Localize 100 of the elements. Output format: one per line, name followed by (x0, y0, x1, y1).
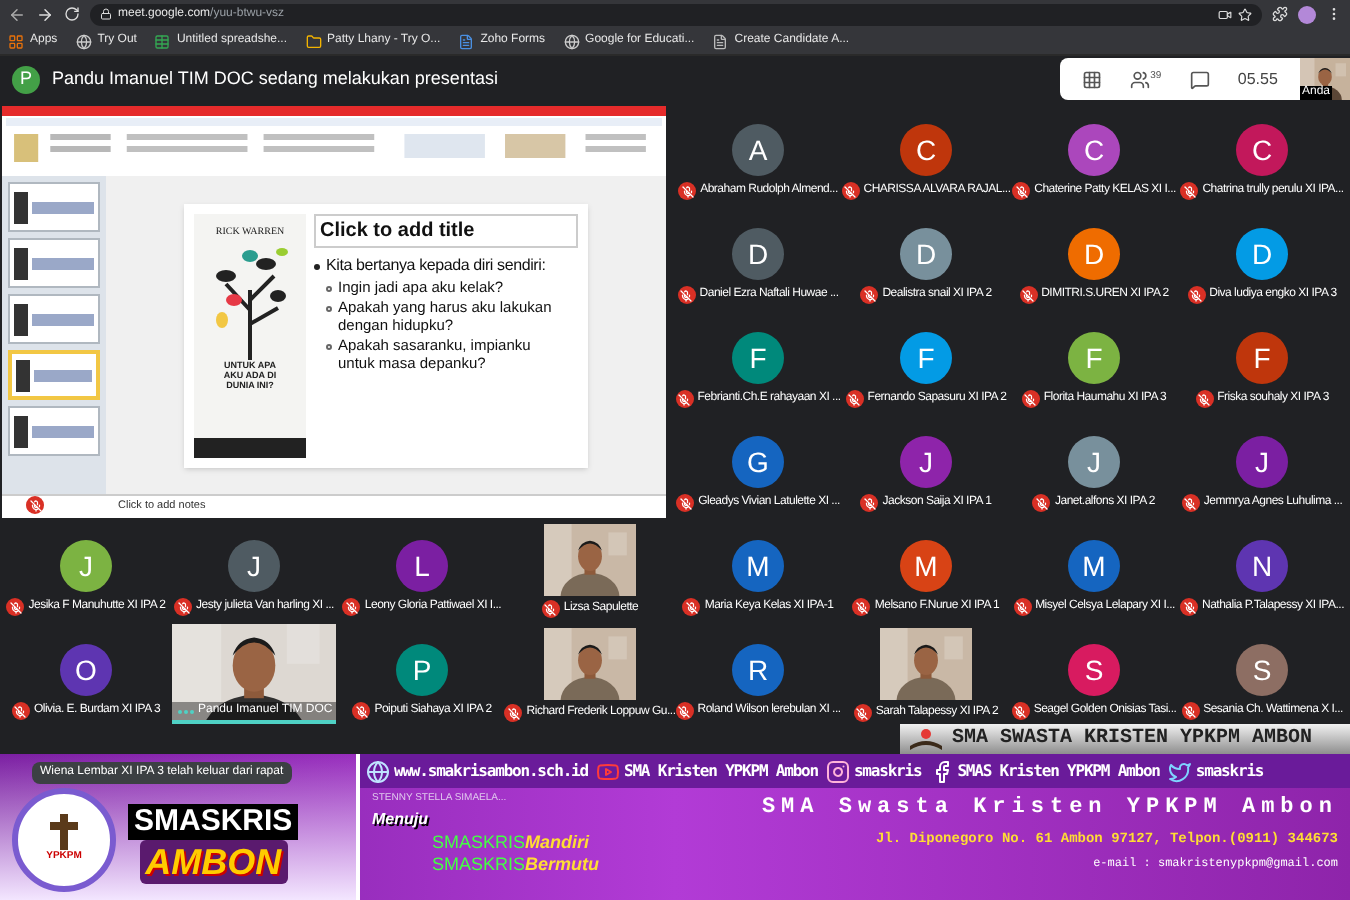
mic-off-icon (174, 598, 193, 616)
camera-icon[interactable] (1218, 7, 1232, 21)
mic-off-icon (678, 182, 697, 200)
mic-off-icon (1181, 702, 1200, 720)
mic-off-icon (1011, 702, 1030, 720)
mic-off-icon (1021, 390, 1040, 408)
participant-avatar: C (1068, 124, 1120, 176)
participant-avatar: J (60, 540, 112, 592)
participant-avatar: J (228, 540, 280, 592)
globe-icon (366, 759, 390, 783)
participant-avatar: D (900, 228, 952, 280)
book-pin-icon (908, 727, 944, 751)
slide-thumbnail[interactable] (8, 350, 100, 400)
social-link[interactable]: smaskris (825, 759, 922, 783)
participant-avatar: M (1068, 540, 1120, 592)
forward-icon[interactable] (36, 5, 54, 23)
mic-off-icon (342, 598, 361, 616)
participant-avatar: S (1236, 644, 1288, 696)
participant-avatar: F (1236, 332, 1288, 384)
cross-icon (50, 814, 78, 851)
bullet-icon (314, 263, 320, 269)
presenting-message: Pandu Imanuel TIM DOC sedang melakukan presentasi (52, 66, 498, 93)
globe-icon (563, 33, 580, 49)
mic-off-icon (845, 390, 864, 408)
mic-off-icon (682, 598, 701, 616)
mic-off-icon (1180, 598, 1198, 616)
social-link[interactable]: www.smakrisambon.sch.id (366, 759, 588, 783)
mic-off-icon (1187, 286, 1206, 304)
mic-off-icon (852, 598, 871, 616)
mic-off-icon (676, 494, 695, 512)
grid-icon[interactable] (1082, 69, 1103, 89)
motto: SMASKRISMandiri (430, 831, 592, 853)
participant-avatar: N (1236, 540, 1288, 592)
title-placeholder[interactable]: Click to add title (314, 213, 578, 247)
motto: SMASKRISBermutu (430, 853, 602, 875)
mic-off-icon (541, 600, 560, 618)
mic-off-icon (352, 702, 371, 720)
school-strip-text: SMA SWASTA KRISTEN YPKPM AMBON (952, 726, 1313, 754)
participant-avatar: R (732, 644, 784, 696)
profile-avatar[interactable] (1298, 5, 1316, 23)
participant-avatar: S (1068, 644, 1120, 696)
slide-thumbnail[interactable] (8, 294, 100, 344)
participant-avatar: J (900, 436, 952, 488)
mic-off-icon (1012, 182, 1031, 200)
sub-bullet-icon (326, 285, 332, 291)
participant-avatar: A (732, 124, 784, 176)
lock-icon (100, 8, 112, 20)
bird-icon (1167, 759, 1192, 783)
menuju-label: Menuju (372, 807, 430, 831)
participant-avatar: D (732, 228, 784, 280)
presenter-avatar: P (12, 66, 40, 94)
mic-off-icon (1013, 598, 1032, 616)
slide-thumbnail[interactable] (8, 238, 100, 288)
cover-band (194, 437, 306, 457)
sub-bullet-icon (326, 305, 332, 311)
mic-off-icon (1195, 390, 1214, 408)
spreadsheet-icon (154, 33, 171, 49)
participant-avatar: M (732, 540, 784, 592)
mic-off-icon (860, 494, 879, 512)
people-icon[interactable] (1130, 69, 1151, 89)
camera-icon (825, 759, 850, 783)
participant-avatar: L (396, 540, 448, 592)
mic-off-icon (6, 598, 25, 616)
slide-thumbnail[interactable] (8, 406, 100, 456)
participant-avatar: P (396, 644, 448, 696)
slide-bullet: Kita bertanya kepada diri sendiri: (326, 255, 546, 275)
participant-avatar: J (1068, 436, 1120, 488)
apps-icon (8, 33, 24, 49)
mic-off-icon (1032, 494, 1051, 512)
school-name: SMA Swasta Kristen YPKPM Ambon (761, 794, 1338, 824)
mic-off-icon (853, 704, 872, 722)
document-icon (458, 33, 475, 49)
social-link[interactable]: SMA Kristen YPKPM Ambon (595, 759, 818, 783)
participant-avatar: C (1236, 124, 1288, 176)
mic-off-icon (675, 390, 694, 408)
mic-off-icon (1019, 286, 1038, 304)
mic-off-icon (841, 182, 860, 200)
participant-avatar: D (1068, 228, 1120, 280)
chat-icon[interactable] (1189, 69, 1210, 89)
reload-icon[interactable] (64, 6, 80, 22)
participant-avatar: D (1236, 228, 1288, 280)
participant-avatar: F (732, 332, 784, 384)
social-link[interactable]: SMAS Kristen YPKPM Ambon (929, 759, 1160, 783)
mic-off-icon (11, 702, 30, 720)
brand-subtitle: AMBON (139, 840, 288, 884)
mic-off-icon (1181, 494, 1200, 512)
mic-off-icon (504, 704, 523, 722)
page-icon (712, 33, 729, 49)
slide-thumbnail[interactable] (8, 182, 100, 232)
social-link[interactable]: smaskris (1167, 759, 1264, 783)
mic-off-icon (677, 286, 696, 304)
extensions-icon[interactable] (1272, 6, 1288, 22)
meeting-time: 05.55 (1237, 67, 1278, 91)
mic-off-icon (860, 286, 879, 304)
participant-avatar: G (732, 436, 784, 488)
mic-off-icon (675, 702, 694, 720)
back-icon[interactable] (8, 5, 26, 23)
participant-avatar: O (60, 644, 112, 696)
participant-avatar: M (900, 540, 952, 592)
bookmark-star-icon[interactable] (1238, 7, 1252, 21)
